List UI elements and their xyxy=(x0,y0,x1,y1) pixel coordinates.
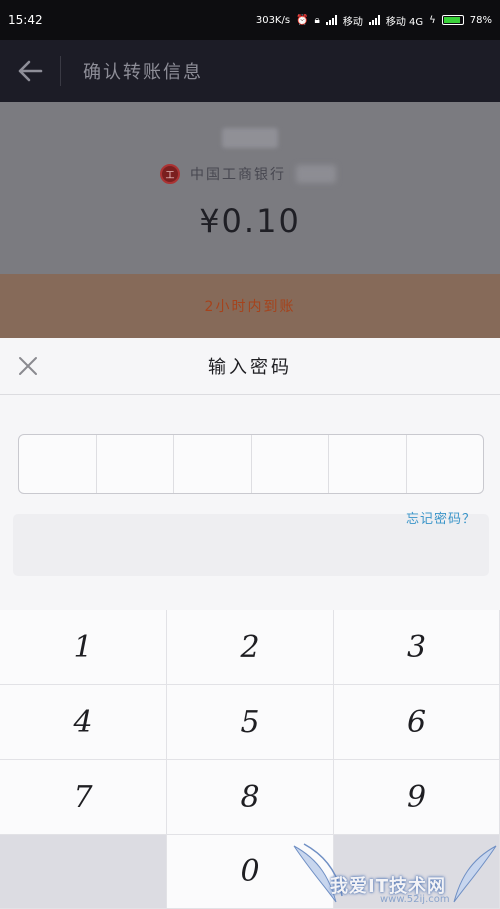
password-digit-cell xyxy=(329,435,407,493)
password-digit-cell xyxy=(407,435,484,493)
carrier-2: 移动 4G xyxy=(385,16,424,28)
password-digit-cell xyxy=(252,435,329,493)
password-sheet: 输入密码 忘记密码？ xyxy=(0,338,500,610)
key-8[interactable]: 8 xyxy=(167,760,334,835)
sheet-header: 输入密码 xyxy=(0,338,500,395)
password-digit-cell xyxy=(19,435,97,493)
arrival-banner: 2小时内到账 xyxy=(0,274,500,338)
numeric-keypad: 1 2 3 4 5 6 7 8 9 0 xyxy=(0,610,500,909)
bank-row: 工 中国工商银行 xyxy=(160,164,336,184)
arrival-note: 2小时内到账 xyxy=(204,299,296,315)
signal-icon xyxy=(325,15,337,25)
transfer-summary: 工 中国工商银行 ¥0.10 2小时内到账 xyxy=(0,102,500,338)
back-button[interactable] xyxy=(0,40,60,102)
bank-name: 中国工商银行 xyxy=(190,167,286,183)
key-5[interactable]: 5 xyxy=(167,685,334,760)
key-delete[interactable] xyxy=(334,835,500,909)
account-number-blurred xyxy=(296,165,336,183)
signal-icon-2 xyxy=(368,15,380,25)
forgot-password-link[interactable]: 忘记密码？ xyxy=(406,508,476,527)
password-digit-cell xyxy=(97,435,174,493)
page-title: 确认转账信息 xyxy=(83,62,203,83)
key-4[interactable]: 4 xyxy=(0,685,167,760)
recipient-name-blurred xyxy=(222,128,278,148)
key-blank xyxy=(0,835,167,909)
app-bar: 确认转账信息 xyxy=(0,40,500,102)
status-bar: 15:42 303K/s ⏰ 🔒︎ 移动 移动 4G ϟ 78% xyxy=(0,0,500,40)
carrier-1: 移动 xyxy=(342,16,363,28)
sheet-title: 输入密码 xyxy=(208,357,292,378)
back-arrow-icon xyxy=(18,60,43,82)
key-7[interactable]: 7 xyxy=(0,760,167,835)
password-input[interactable] xyxy=(18,434,484,494)
charging-icon: ϟ xyxy=(429,14,436,26)
battery-fill xyxy=(443,17,460,23)
transfer-amount: ¥0.10 xyxy=(199,202,301,240)
lock-icon: 🔒︎ xyxy=(314,14,320,26)
key-3[interactable]: 3 xyxy=(334,610,500,685)
key-1[interactable]: 1 xyxy=(0,610,167,685)
close-icon[interactable] xyxy=(14,352,42,380)
key-2[interactable]: 2 xyxy=(167,610,334,685)
key-0[interactable]: 0 xyxy=(167,835,334,909)
network-speed: 303K/s xyxy=(255,14,291,26)
alarm-icon: ⏰ xyxy=(296,14,309,26)
battery-icon xyxy=(441,15,464,25)
password-digit-cell xyxy=(174,435,252,493)
bank-logo-icon: 工 xyxy=(160,164,180,184)
key-6[interactable]: 6 xyxy=(334,685,500,760)
battery-percent: 78% xyxy=(469,14,492,26)
appbar-divider xyxy=(60,56,61,86)
status-icons: 303K/s ⏰ 🔒︎ 移动 移动 4G ϟ 78% xyxy=(256,13,492,28)
key-9[interactable]: 9 xyxy=(334,760,500,835)
status-time: 15:42 xyxy=(8,13,43,27)
